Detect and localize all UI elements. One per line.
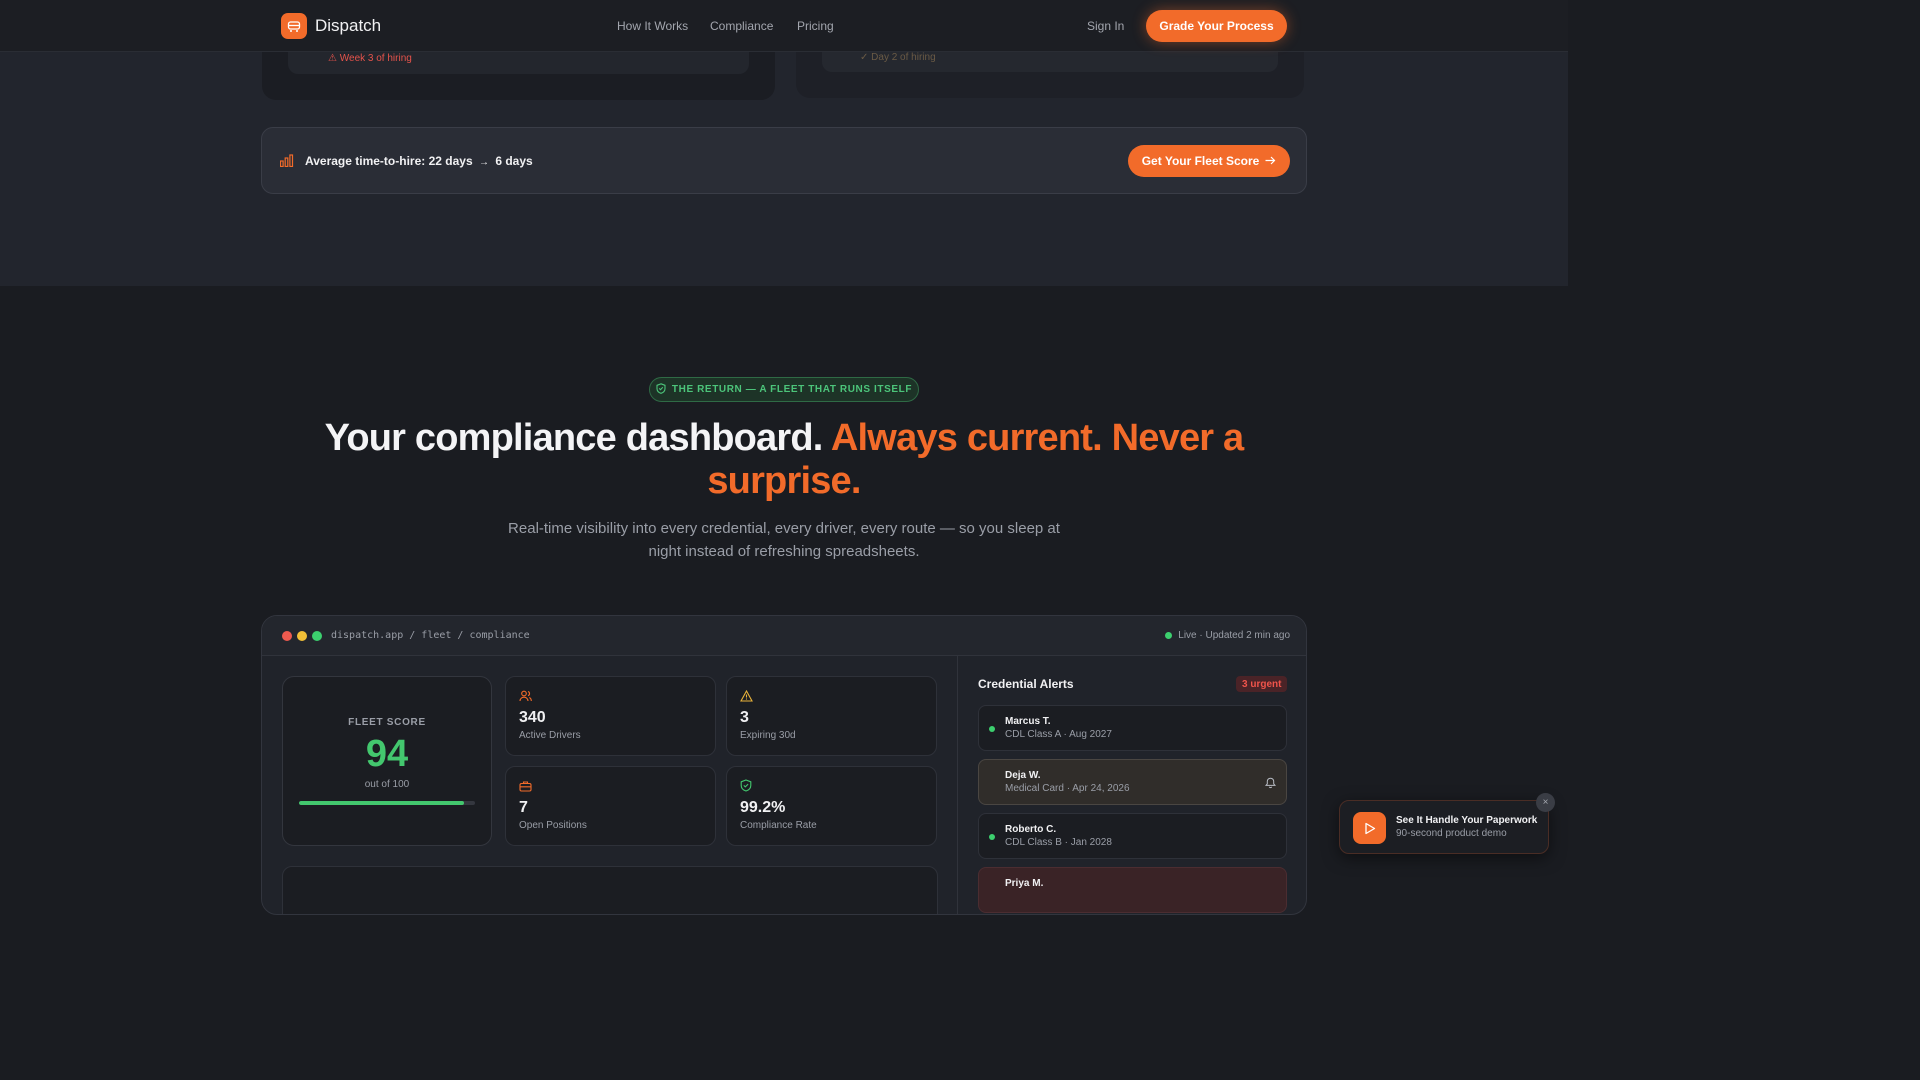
after-card-note: ✓ Day 2 of hiring <box>860 52 936 63</box>
shield-check-icon <box>656 382 666 397</box>
fleet-score-progress-fill <box>299 801 465 805</box>
nav-how-it-works[interactable]: How It Works <box>617 19 688 33</box>
status-dot <box>989 726 995 732</box>
get-fleet-score-button[interactable]: Get Your Fleet Score <box>1128 145 1290 177</box>
bar-chart-icon <box>279 154 294 172</box>
driver-name: Marcus T. <box>1005 716 1051 727</box>
bell-icon[interactable] <box>1264 776 1277 794</box>
stat-label: Open Positions <box>519 820 587 831</box>
toast-title: See It Handle Your Paperwork <box>1396 815 1538 826</box>
fleet-score-card: FLEET SCORE 94 out of 100 <box>282 676 492 846</box>
warning-icon <box>740 689 753 707</box>
shield-check-icon <box>740 779 752 797</box>
window-title-bar: dispatch.app / fleet / compliance Live ·… <box>262 616 1306 656</box>
get-fleet-score-label: Get Your Fleet Score <box>1141 154 1260 168</box>
stat-value: 7 <box>519 799 528 816</box>
time-to-hire-banner: Average time-to-hire: 22 days → 6 days G… <box>261 127 1307 194</box>
minimize-dot <box>297 631 307 641</box>
credential-alerts-title: Credential Alerts <box>978 677 1074 691</box>
stat-active-drivers[interactable]: 340 Active Drivers <box>505 676 716 756</box>
grade-process-button[interactable]: Grade Your Process <box>1146 10 1287 42</box>
stat-compliance-rate[interactable]: 99.2% Compliance Rate <box>726 766 937 846</box>
live-status: Live · Updated 2 min ago <box>1165 630 1290 641</box>
stat-value: 340 <box>519 709 546 726</box>
close-dot <box>282 631 292 641</box>
fleet-score-progress <box>299 801 475 805</box>
alert-row[interactable]: Roberto C. CDL Class B · Jan 2028 <box>978 813 1287 859</box>
live-indicator <box>1165 632 1173 639</box>
play-icon[interactable] <box>1353 812 1386 844</box>
stat-value: 3 <box>740 709 749 726</box>
banner-text: Average time-to-hire: 22 days → 6 days <box>305 154 533 168</box>
section-subtext: Real-time visibility into every credenti… <box>508 520 1060 560</box>
banner-after: 6 days <box>495 154 533 168</box>
activity-card <box>282 866 938 914</box>
banner-before: Average time-to-hire: 22 days <box>305 154 473 168</box>
fleet-score-value: 94 <box>365 733 409 775</box>
toast-subtitle: 90-second product demo <box>1396 828 1507 839</box>
stat-label: Compliance Rate <box>740 820 817 831</box>
status-dot <box>989 834 995 840</box>
brand-name[interactable]: Dispatch <box>315 16 381 36</box>
banner-arrow: → <box>478 157 489 168</box>
urgent-badge: 3 urgent <box>1236 676 1288 692</box>
close-icon[interactable]: × <box>1536 793 1555 812</box>
stat-label: Active Drivers <box>519 730 581 741</box>
live-status-text: Live · Updated 2 min ago <box>1178 630 1290 641</box>
driver-name: Roberto C. <box>1005 824 1057 835</box>
stat-label: Expiring 30d <box>740 730 796 741</box>
panel-divider <box>957 656 958 914</box>
window-url: dispatch.app / fleet / compliance <box>331 630 530 641</box>
truck-logo-icon[interactable] <box>281 13 307 39</box>
credential-detail: Medical Card · Apr 24, 2026 <box>1005 783 1130 794</box>
headline-main: Your compliance dashboard. <box>324 417 824 459</box>
section-eyebrow: THE RETURN — A FLEET THAT RUNS ITSELF <box>649 377 919 402</box>
sign-in-link[interactable]: Sign In <box>1087 19 1124 33</box>
driver-name: Deja W. <box>1005 770 1041 781</box>
fleet-score-sub: out of 100 <box>364 779 410 790</box>
stat-open-positions[interactable]: 7 Open Positions <box>505 766 716 846</box>
users-icon <box>519 689 532 707</box>
section-headline: Your compliance dashboard. Always curren… <box>300 417 1268 503</box>
briefcase-icon <box>519 779 532 797</box>
alert-row[interactable]: Marcus T. CDL Class A · Aug 2027 <box>978 705 1287 751</box>
fleet-score-label: FLEET SCORE <box>348 717 426 728</box>
nav-compliance[interactable]: Compliance <box>710 19 773 33</box>
dashboard-window: dispatch.app / fleet / compliance Live ·… <box>261 615 1307 915</box>
alert-row[interactable]: Priya M. <box>978 867 1287 913</box>
stat-value: 99.2% <box>740 799 786 816</box>
before-card-note: ⚠ Week 3 of hiring <box>328 53 412 64</box>
eyebrow-label: THE RETURN — A FLEET THAT RUNS ITSELF <box>671 384 913 395</box>
credential-detail: CDL Class A · Aug 2027 <box>1005 729 1112 740</box>
credential-detail: CDL Class B · Jan 2028 <box>1005 837 1112 848</box>
stat-expiring[interactable]: 3 Expiring 30d <box>726 676 937 756</box>
nav-pricing[interactable]: Pricing <box>797 19 834 33</box>
arrow-right-icon <box>1265 154 1276 168</box>
maximize-dot <box>312 631 322 641</box>
alert-row[interactable]: Deja W. Medical Card · Apr 24, 2026 <box>978 759 1287 805</box>
driver-name: Priya M. <box>1005 878 1044 889</box>
demo-toast[interactable]: See It Handle Your Paperwork 90-second p… <box>1339 800 1549 854</box>
top-nav: Dispatch How It Works Compliance Pricing… <box>0 0 1568 52</box>
